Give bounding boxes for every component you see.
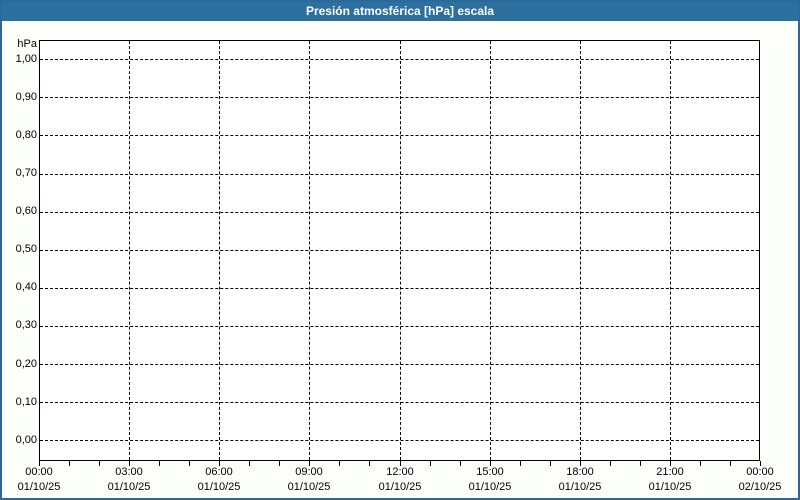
v-gridline — [490, 41, 491, 460]
chart-window: Presión atmosférica [hPa] escala hPa 1,0… — [0, 0, 800, 500]
v-gridline — [219, 41, 220, 460]
x-tick-time-label: 21:00 — [656, 466, 684, 478]
y-tick-label: 0,70 — [15, 167, 37, 179]
y-axis-unit-label: hPa — [17, 38, 37, 50]
v-gridline — [400, 41, 401, 460]
v-gridline — [580, 41, 581, 460]
y-tick-label: 0,00 — [15, 434, 37, 446]
y-tick-label: 0,50 — [15, 243, 37, 255]
x-tick-time-label: 18:00 — [566, 466, 594, 478]
v-gridline — [670, 41, 671, 460]
x-tick-date-label: 01/10/25 — [287, 481, 331, 493]
y-tick-label: 0,20 — [15, 358, 37, 370]
chart-title-bar: Presión atmosférica [hPa] escala — [2, 2, 798, 21]
x-tick-date-label: 01/10/25 — [648, 481, 692, 493]
x-tick-time-label: 00:00 — [25, 466, 53, 478]
x-tick-date-label: 01/10/25 — [17, 481, 61, 493]
x-tick-date-label: 01/10/25 — [378, 481, 422, 493]
y-tick-label: 0,80 — [15, 129, 37, 141]
x-tick-time-label: 03:00 — [115, 466, 143, 478]
x-tick-date-label: 01/10/25 — [107, 481, 151, 493]
x-tick-time-label: 09:00 — [295, 466, 323, 478]
x-tick-date-label: 01/10/25 — [468, 481, 512, 493]
y-tick-label: 0,10 — [15, 396, 37, 408]
v-gridline — [129, 41, 130, 460]
x-tick-date-label: 01/10/25 — [197, 481, 241, 493]
y-tick-label: 0,60 — [15, 205, 37, 217]
x-tick-time-label: 00:00 — [746, 466, 774, 478]
v-gridline — [309, 41, 310, 460]
y-tick-label: 0,90 — [15, 91, 37, 103]
plot-area — [39, 40, 760, 461]
x-tick-time-label: 06:00 — [205, 466, 233, 478]
x-tick-date-label: 02/10/25 — [738, 481, 782, 493]
y-tick-label: 0,40 — [15, 281, 37, 293]
y-tick-label: 1,00 — [15, 53, 37, 65]
x-tick-time-label: 12:00 — [386, 466, 414, 478]
chart-title: Presión atmosférica [hPa] escala — [305, 4, 495, 18]
x-tick-date-label: 01/10/25 — [558, 481, 602, 493]
y-tick-label: 0,30 — [15, 319, 37, 331]
x-tick-time-label: 15:00 — [476, 466, 504, 478]
